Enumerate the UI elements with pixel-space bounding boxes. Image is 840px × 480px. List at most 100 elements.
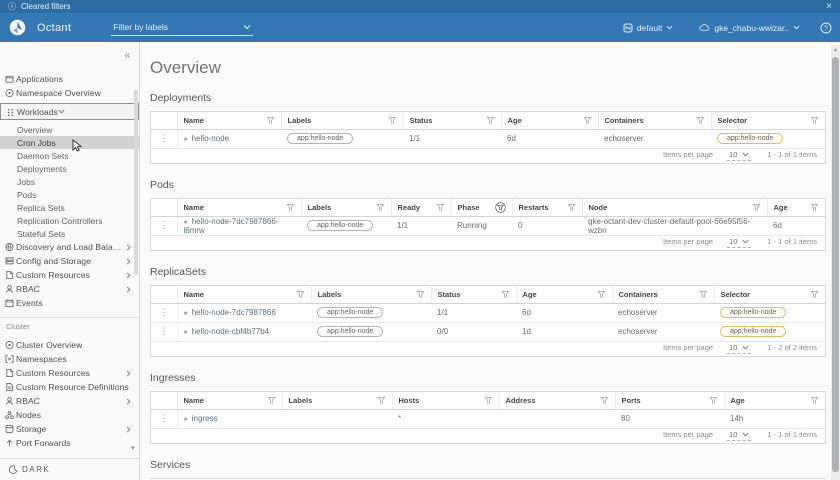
sidebar-item-namespace-overview[interactable]: Namespace Overview <box>0 86 139 100</box>
sidebar-item-namespaces[interactable]: Namespaces <box>0 352 139 366</box>
sidebar-item-custom-resource-definitions[interactable]: Custom Resource Definitions <box>0 380 139 394</box>
filter-funnel-icon[interactable] <box>810 290 819 299</box>
label-chip[interactable]: app:hello-node <box>287 133 354 144</box>
filter-funnel-icon[interactable] <box>752 203 761 212</box>
sidebar-subitem-replication-controllers[interactable]: Replication Controllers <box>0 214 139 227</box>
datagrid-ingresses: Name Labels Hosts Address Ports Age ⋮ ● ingress *… <box>151 392 825 443</box>
sidebar-item-cluster-overview[interactable]: Cluster Overview <box>0 338 139 352</box>
resource-link[interactable]: ingress <box>192 414 218 423</box>
sidebar-item-custom-resources[interactable]: Custom Resources <box>0 366 139 380</box>
filter-funnel-icon[interactable] <box>696 116 705 125</box>
chevron-down-icon <box>243 24 251 29</box>
main-scrollbar[interactable]: ▲ <box>831 45 840 480</box>
filter-funnel-icon[interactable] <box>709 396 718 405</box>
sidebar-item-events[interactable]: Events <box>0 296 139 310</box>
filter-funnel-icon[interactable] <box>810 203 819 212</box>
filter-funnel-icon[interactable] <box>377 396 386 405</box>
sidebar-item-rbac[interactable]: RBAC <box>0 282 139 296</box>
sidebar-scrollbar[interactable] <box>134 90 138 275</box>
namespace-selector[interactable]: default <box>623 23 674 33</box>
filter-funnel-icon[interactable] <box>486 116 495 125</box>
selector-chip[interactable]: app:hello-node <box>717 133 784 144</box>
collapse-sidebar-icon[interactable]: « <box>124 50 130 61</box>
sidebar-subitem-replica-sets[interactable]: Replica Sets <box>0 201 139 214</box>
page-size-select[interactable]: 10 <box>727 237 752 249</box>
nodes-icon <box>5 411 14 420</box>
scroll-up-icon[interactable]: ▲ <box>833 47 838 53</box>
sidebar-subitem-cron-jobs[interactable]: Cron Jobs <box>0 136 139 149</box>
sidebar-item-custom-resources[interactable]: Custom Resources <box>0 268 139 282</box>
cell-name: ● hello-node-7dc7987866-l6mrw <box>177 216 301 235</box>
filter-funnel-icon[interactable] <box>416 290 425 299</box>
theme-toggle[interactable]: DARK <box>0 458 139 480</box>
filter-funnel-icon[interactable] <box>597 290 606 299</box>
resource-link[interactable]: hello-node-7dc7987866 <box>192 308 276 317</box>
page-size-select[interactable]: 10 <box>727 430 752 442</box>
filter-funnel-icon[interactable] <box>484 396 493 405</box>
sidebar-subitem-pods[interactable]: Pods <box>0 188 139 201</box>
sidebar-item-storage[interactable]: Storage <box>0 422 139 436</box>
selector-chip[interactable]: app:hello-node <box>720 307 787 318</box>
row-menu-icon[interactable]: ⋮ <box>151 129 178 148</box>
filter-funnel-icon[interactable] <box>501 290 510 299</box>
filter-funnel-icon[interactable] <box>286 203 295 212</box>
filter-funnel-icon[interactable] <box>810 396 819 405</box>
column-label: Address <box>505 395 536 405</box>
sidebar-item-port-forwards[interactable]: Port Forwards <box>0 436 139 450</box>
section-title: Services <box>150 459 191 471</box>
filter-funnel-icon[interactable] <box>600 396 609 405</box>
sidebar-scroll-down-icon[interactable]: ▼ <box>130 446 136 452</box>
column-header-ready: Ready <box>390 199 451 217</box>
row-menu-icon[interactable]: ⋮ <box>151 216 178 235</box>
page-size-select[interactable]: 10 <box>727 150 752 162</box>
column-header-labels: Labels <box>300 199 391 217</box>
row-menu-icon[interactable]: ⋮ <box>151 303 178 322</box>
filter-funnel-icon[interactable] <box>583 116 592 125</box>
sidebar-subitem-stateful-sets[interactable]: Stateful Sets <box>0 227 139 240</box>
filter-funnel-icon[interactable] <box>436 203 445 212</box>
sidebar-item-workloads[interactable]: Workloads <box>1 105 72 119</box>
table-top-border <box>150 478 826 479</box>
cell-text: 1/1 <box>437 308 449 317</box>
cell-name: ● hello-node-cbf4b77b4 <box>177 321 311 341</box>
cell-text: * <box>398 414 402 423</box>
resource-link[interactable]: hello-node <box>192 134 229 143</box>
filter-funnel-icon[interactable] <box>376 203 385 212</box>
section-services: Services <box>150 459 826 479</box>
filter-funnel-icon[interactable] <box>810 116 819 125</box>
label-chip[interactable]: app:hello-node <box>317 307 384 318</box>
sidebar-expanded-group[interactable]: Workloads <box>0 103 139 120</box>
filter-funnel-icon[interactable] <box>296 290 305 299</box>
cell-text: 1/1 <box>397 221 409 230</box>
column-header-selector: Selector <box>713 286 825 304</box>
row-menu-icon[interactable]: ⋮ <box>151 409 178 428</box>
resource-link[interactable]: hello-node-cbf4b77b4 <box>192 327 269 336</box>
sidebar-item-rbac[interactable]: RBAC <box>0 394 139 408</box>
sidebar-item-applications[interactable]: Applications <box>0 72 139 86</box>
row-menu-icon[interactable]: ⋮ <box>151 321 178 341</box>
sidebar-subitem-deployments[interactable]: Deployments <box>0 162 139 175</box>
sidebar-subitem-daemon-sets[interactable]: Daemon Sets <box>0 149 139 162</box>
sidebar-item-nodes[interactable]: Nodes <box>0 408 139 422</box>
context-selector[interactable]: gke_chabu-wwizar.. <box>699 23 800 33</box>
filter-funnel-icon[interactable] <box>699 290 708 299</box>
sidebar-item-config-and-storage[interactable]: Config and Storage <box>0 254 139 268</box>
filter-funnel-icon[interactable] <box>494 202 506 213</box>
label-chip[interactable]: app:hello-node <box>307 220 374 231</box>
label-chip[interactable]: app:hello-node <box>317 326 384 337</box>
filter-funnel-icon[interactable] <box>567 203 576 212</box>
selector-chip[interactable]: app:hello-node <box>720 326 787 337</box>
label-filter-input[interactable]: Filter by labels <box>111 20 254 36</box>
sidebar-subitem-overview[interactable]: Overview <box>0 123 139 136</box>
resource-link[interactable]: hello-node-7dc7987866-l6mrw <box>184 217 279 235</box>
sidebar-subitem-jobs[interactable]: Jobs <box>0 175 139 188</box>
filter-funnel-icon[interactable] <box>266 116 275 125</box>
section-ingresses: Ingresses Name Labels Hosts Address Ports Age ⋮… <box>150 372 826 444</box>
help-icon[interactable]: ? <box>820 22 832 34</box>
close-icon[interactable]: × <box>826 1 832 12</box>
sidebar-item-discovery-and-load-balanc[interactable]: Discovery and Load Balanc... <box>0 240 139 254</box>
filter-funnel-icon[interactable] <box>267 396 276 405</box>
page-size-select[interactable]: 10 <box>727 343 752 355</box>
scrollbar-thumb[interactable] <box>832 57 839 472</box>
filter-funnel-icon[interactable] <box>388 116 397 125</box>
